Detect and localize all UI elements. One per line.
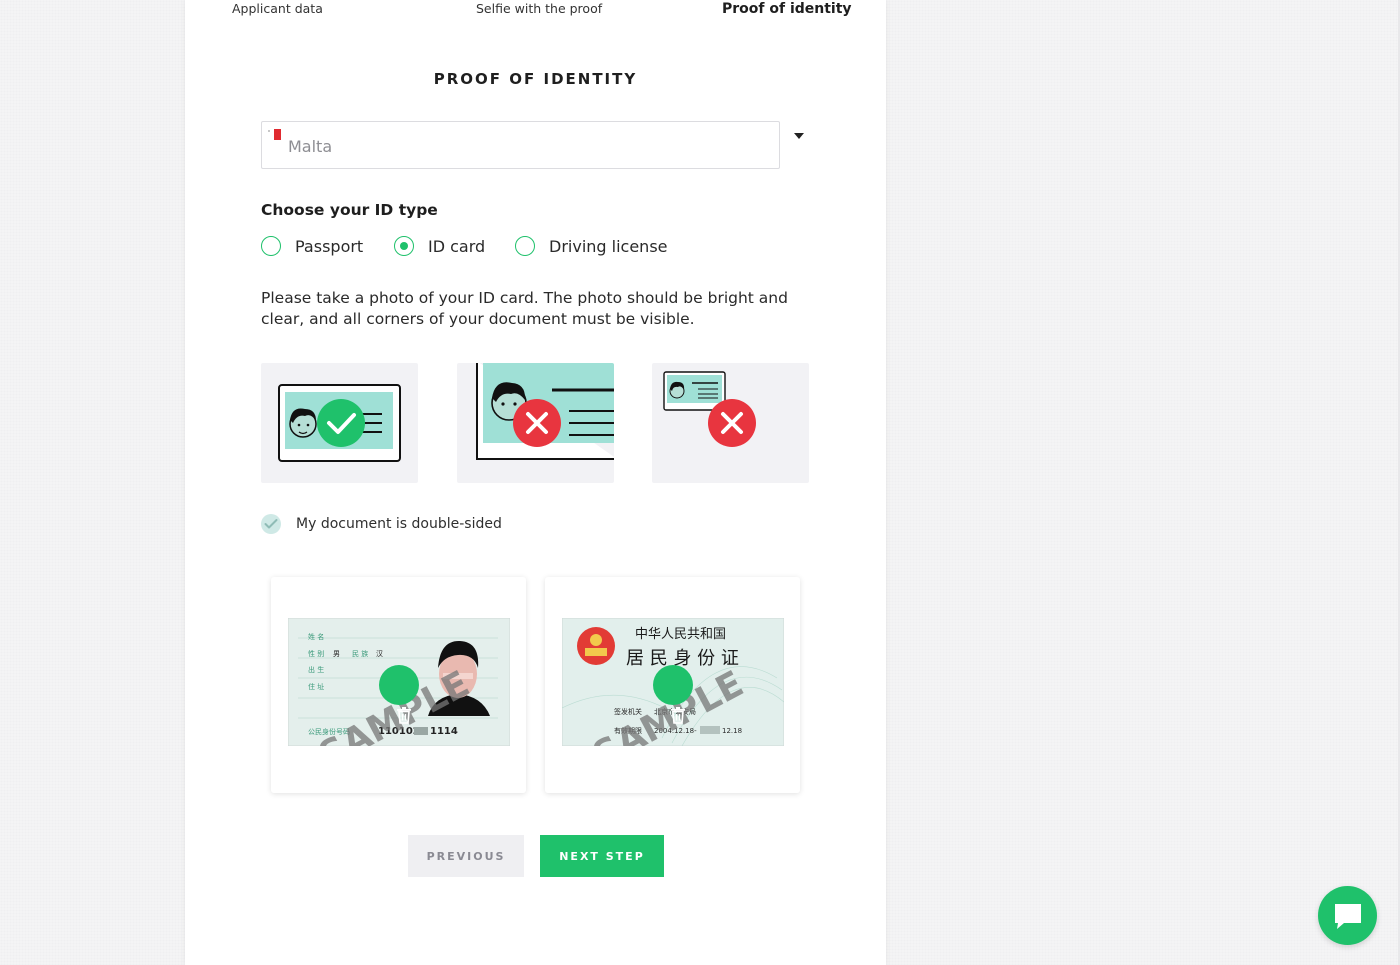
svg-text:出 生: 出 生 — [308, 665, 324, 674]
step-selfie[interactable]: Selfie with the proof — [476, 1, 602, 16]
svg-text:男: 男 — [333, 650, 340, 658]
radio-driving-license[interactable]: Driving license — [515, 234, 668, 258]
id-card-illustration — [476, 363, 614, 460]
radio-label: Driving license — [549, 236, 668, 256]
correct-example — [261, 363, 418, 483]
step-applicant-data[interactable]: Applicant data — [232, 1, 323, 16]
country-select[interactable]: Malta — [261, 121, 780, 169]
card-header-line1: 中华人民共和国 — [635, 627, 726, 642]
kyc-panel: Applicant data Selfie with the proof Pro… — [185, 0, 886, 965]
country-value: Malta — [288, 137, 333, 156]
id-card-illustration — [663, 371, 756, 447]
svg-text:住 址: 住 址 — [308, 682, 324, 691]
too-small-example — [652, 363, 809, 483]
radio-button[interactable] — [261, 236, 281, 256]
radio-button-selected[interactable] — [394, 236, 414, 256]
double-sided-checkbox[interactable]: My document is double-sided — [261, 514, 502, 534]
radio-id-card[interactable]: ID card — [394, 234, 485, 258]
x-icon — [513, 399, 561, 447]
face-icon — [289, 408, 317, 438]
upload-back-side[interactable]: 中华人民共和国 居 民 身 份 证 签发机关 北京市公安局 有效期限 2004.… — [545, 577, 800, 793]
svg-text:民 族: 民 族 — [352, 649, 368, 658]
checkbox-checked-icon[interactable] — [261, 514, 281, 534]
radio-label: Passport — [295, 236, 364, 256]
instructions-text: Please take a photo of your ID card. The… — [261, 289, 788, 328]
radio-label: ID card — [428, 236, 486, 256]
chat-bubble-icon — [1335, 904, 1361, 929]
svg-text:性 别: 性 别 — [308, 649, 324, 658]
emblem-icon — [577, 627, 615, 665]
card-header-line2: 居 民 身 份 证 — [626, 648, 739, 669]
svg-text:汉: 汉 — [376, 650, 383, 658]
cropped-example — [457, 363, 614, 483]
delete-back-button[interactable] — [653, 665, 693, 724]
chat-button[interactable] — [1318, 886, 1377, 945]
radio-button[interactable] — [515, 236, 535, 256]
x-icon — [708, 399, 756, 447]
previous-button[interactable]: PREVIOUS — [408, 835, 524, 877]
face-icon — [669, 381, 685, 399]
delete-front-button[interactable] — [379, 665, 419, 724]
validity-end: 12.18 — [722, 727, 742, 735]
upload-front-side[interactable]: 姓 名 性 别男民 族汉 出 生 住 址 公民身份号码 110102 1114 … — [271, 577, 526, 793]
id-card-illustration — [278, 384, 401, 462]
malta-flag-icon — [267, 129, 281, 140]
trash-icon — [671, 707, 685, 724]
chevron-down-icon[interactable] — [794, 133, 804, 139]
svg-text:姓 名: 姓 名 — [308, 632, 324, 641]
id-number-end: 1114 — [430, 726, 458, 737]
trash-icon — [397, 707, 411, 724]
id-type-label: Choose your ID type — [261, 201, 438, 219]
check-icon — [317, 399, 365, 447]
radio-passport[interactable]: Passport — [261, 234, 363, 258]
next-step-button[interactable]: NEXT STEP — [540, 835, 664, 877]
page-title: PROOF OF IDENTITY — [433, 70, 638, 88]
step-proof-of-identity[interactable]: Proof of identity — [722, 1, 852, 17]
double-sided-label: My document is double-sided — [296, 516, 502, 532]
